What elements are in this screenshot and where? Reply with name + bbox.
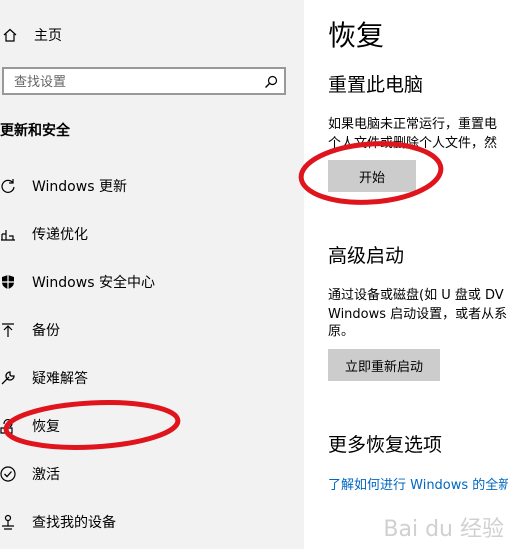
restart-now-button[interactable]: 立即重新启动: [328, 349, 440, 381]
advanced-desc-line2: Windows 启动设置，或者从系: [328, 307, 508, 322]
nav-home[interactable]: 主页: [0, 15, 304, 55]
search-box[interactable]: [2, 67, 286, 95]
refresh-icon: [0, 178, 16, 194]
sidebar-item-label: 恢复: [32, 419, 60, 435]
advanced-desc-line1: 通过设备或磁盘(如 U 盘或 DV: [328, 288, 504, 303]
learn-fresh-start-link[interactable]: 了解如何进行 Windows 的全新: [328, 474, 508, 493]
check-circle-icon: [0, 466, 16, 482]
sidebar-item-windows-update[interactable]: Windows 更新: [0, 166, 304, 206]
sidebar-item-find-my-device[interactable]: 查找我的设备: [0, 502, 304, 542]
more-options-heading: 更多恢复选项: [328, 434, 443, 456]
recovery-panel: 恢复 重置此电脑 如果电脑未正常运行，重置电 个人文件或删除个人文件，然 开始 …: [304, 0, 508, 549]
reset-start-button[interactable]: 开始: [328, 160, 416, 192]
page-title: 恢复: [328, 19, 385, 52]
nav-home-label: 主页: [34, 28, 62, 44]
settings-sidebar: 主页 更新和安全 Windows 更新 传递优化 Windows 安全中心 备份: [0, 0, 304, 549]
search-icon: [264, 74, 278, 93]
sidebar-item-label: 查找我的设备: [32, 515, 116, 531]
upload-arrow-icon: [0, 322, 16, 338]
delivery-optimization-icon: [0, 226, 16, 242]
home-icon: [2, 27, 18, 43]
sidebar-item-label: 备份: [32, 323, 60, 339]
sidebar-item-activation[interactable]: 激活: [0, 454, 304, 494]
advanced-desc-line3: 原。: [328, 324, 355, 339]
sidebar-item-label: Windows 安全中心: [32, 275, 155, 291]
reset-heading: 重置此电脑: [328, 74, 424, 96]
sidebar-item-recovery[interactable]: 恢复: [0, 406, 304, 446]
advanced-startup-heading: 高级启动: [328, 245, 405, 267]
search-input[interactable]: [12, 72, 256, 92]
sidebar-item-backup[interactable]: 备份: [0, 310, 304, 350]
wrench-icon: [0, 370, 16, 386]
reset-desc-line2: 个人文件或删除个人文件，然: [328, 136, 498, 151]
sidebar-item-troubleshoot[interactable]: 疑难解答: [0, 358, 304, 398]
sidebar-item-delivery-optimization[interactable]: 传递优化: [0, 214, 304, 254]
sidebar-item-label: 激活: [32, 467, 60, 483]
sidebar-item-label: Windows 更新: [32, 179, 127, 195]
sidebar-item-security[interactable]: Windows 安全中心: [0, 262, 304, 302]
watermark: Bai du 经验: [383, 517, 504, 542]
shield-icon: [0, 274, 16, 290]
section-title: 更新和安全: [0, 123, 70, 139]
sidebar-item-label: 传递优化: [32, 227, 88, 243]
person-locate-icon: [0, 514, 16, 530]
recovery-icon: [0, 418, 16, 434]
reset-desc-line1: 如果电脑未正常运行，重置电: [328, 117, 498, 132]
sidebar-item-label: 疑难解答: [32, 371, 88, 387]
